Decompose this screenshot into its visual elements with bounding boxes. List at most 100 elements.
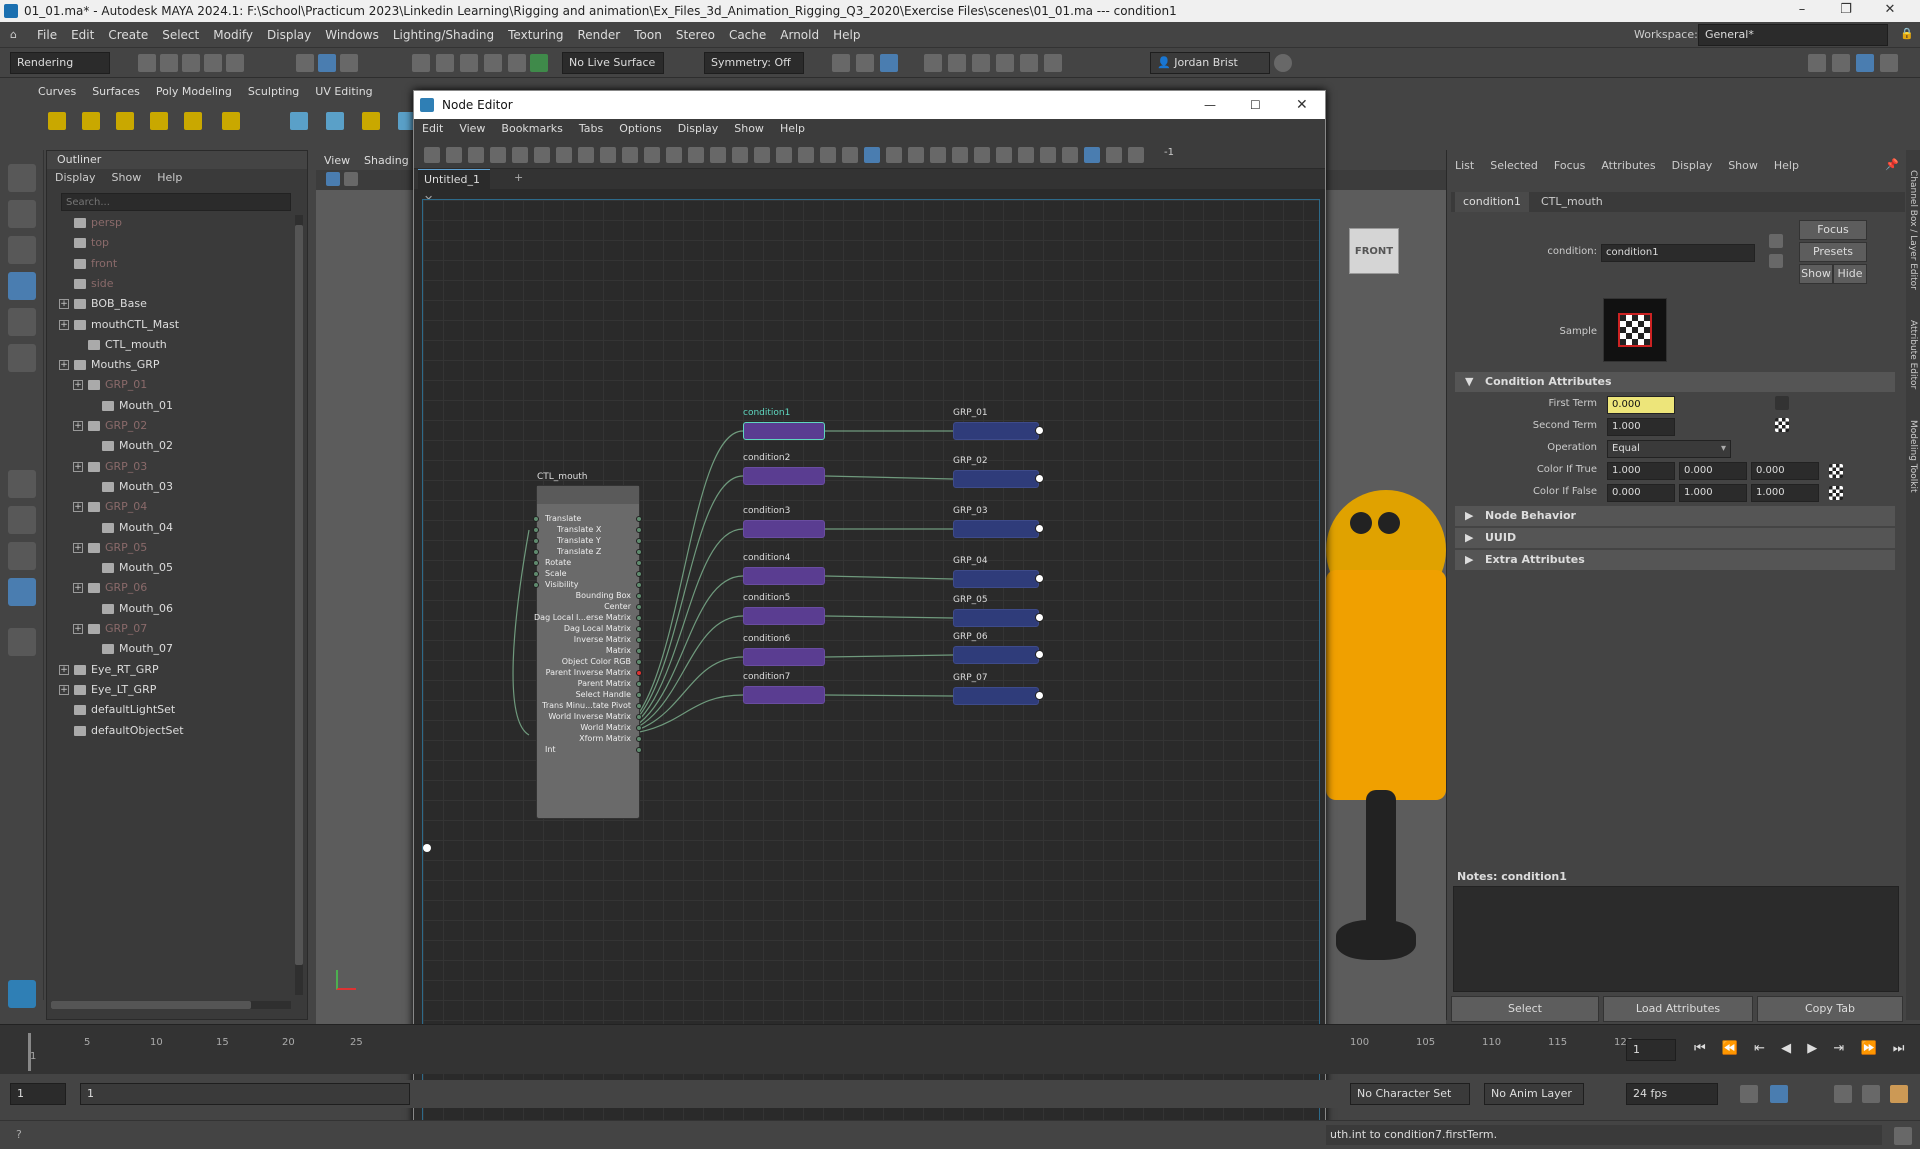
ne-tool-icon[interactable] [578,147,594,163]
ctl-input-port[interactable] [533,527,539,533]
ctl-attr-left[interactable]: Visibility [545,580,579,589]
ctl-attr-left[interactable]: Scale [545,569,567,578]
ae-pin-icon[interactable]: 📌 [1885,158,1899,171]
expand-icon[interactable]: + [73,583,83,594]
ctl-output-port[interactable] [636,549,642,555]
outliner-layout-icon[interactable] [8,578,36,606]
node-behavior-section[interactable]: ▶ Node Behavior [1455,506,1895,526]
ne-close-icon[interactable]: ✕ [1296,91,1308,119]
menu-lighting-shading[interactable]: Lighting/Shading [386,22,501,48]
help-icon[interactable]: ? [16,1128,22,1141]
ctl-output-port[interactable] [636,659,642,665]
outliner-item[interactable]: + Eye_RT_GRP [59,660,159,680]
snap-surface-icon[interactable] [508,54,526,72]
user-account-dropdown[interactable]: 👤 Jordan Brist [1150,52,1270,74]
range-start-field[interactable]: 1 [10,1083,66,1105]
condition-node[interactable] [743,567,825,585]
condition-attributes-section[interactable]: ▼ Condition Attributes [1455,372,1895,392]
expand-icon[interactable]: + [73,542,83,553]
home-icon[interactable]: ⌂ [10,28,17,41]
anim-prefs-icon[interactable] [1862,1085,1880,1103]
group-output-port[interactable] [1035,574,1044,583]
expand-icon[interactable]: + [59,684,69,695]
new-scene-icon[interactable] [138,54,156,72]
group-output-port[interactable] [1035,691,1044,700]
ne-menu-tabs[interactable]: Tabs [571,119,611,139]
ne-tool-icon[interactable] [864,147,880,163]
outliner-menu-help[interactable]: Help [149,169,190,187]
ne-tool-icon[interactable] [842,147,858,163]
ctl-attr-right[interactable]: Bounding Box [576,591,631,600]
ctl-input-port[interactable] [533,582,539,588]
node-graph-canvas[interactable]: CTL_mouth Translate Translate X Translate … [422,199,1320,1146]
expand-icon[interactable]: + [73,380,83,391]
ne-tool-icon[interactable] [468,147,484,163]
expand-icon[interactable]: + [73,421,83,431]
ctl-input-port[interactable] [533,516,539,522]
ne-tool-icon[interactable] [534,147,550,163]
extra-attributes-section[interactable]: ▶ Extra Attributes [1455,550,1895,570]
shelf-tab-curves[interactable]: Curves [30,82,84,102]
loop-icon[interactable] [1740,1085,1758,1103]
ae-show-button[interactable]: Show [1799,264,1833,284]
group-node[interactable] [953,422,1039,440]
hypershade-shelf-icon[interactable] [290,112,308,130]
ne-tool-icon[interactable] [820,147,836,163]
snap-view-icon[interactable] [484,54,502,72]
undo-icon[interactable] [204,54,222,72]
ne-tool-icon[interactable] [1128,147,1144,163]
light-editor-icon[interactable] [1020,54,1038,72]
group-node[interactable] [953,646,1039,664]
select-component-icon[interactable] [340,54,358,72]
restore-icon[interactable]: ❐ [1824,0,1868,22]
ae-menu-help[interactable]: Help [1766,156,1807,176]
ae-output-connection-icon[interactable] [1769,254,1783,268]
ambient-light-icon[interactable] [82,112,100,130]
spot-light-icon[interactable] [116,112,134,130]
expand-icon[interactable]: + [73,461,83,472]
select-tool-icon[interactable] [8,164,36,192]
script-editor-icon[interactable] [1894,1127,1912,1145]
ctl-output-port[interactable] [636,538,642,544]
ne-tool-icon[interactable] [1040,147,1056,163]
color-if-true-map-icon[interactable] [1829,464,1843,478]
viewport-camera-icon[interactable] [326,172,340,186]
outliner-item[interactable]: Mouth_04 [87,518,173,538]
operation-dropdown[interactable]: Equal ▾ [1607,440,1731,458]
group-node[interactable] [953,470,1039,488]
color-if-false-map-icon[interactable] [1829,486,1843,500]
color-if-false-r[interactable]: 0.000 [1607,484,1675,502]
ne-tool-icon[interactable] [798,147,814,163]
ae-menu-attributes[interactable]: Attributes [1593,156,1663,176]
ctl-output-port[interactable] [636,703,642,709]
viewport-menu-view[interactable]: View [324,154,350,167]
channel-box-toggle-icon[interactable] [1856,54,1874,72]
ne-tool-icon[interactable] [1084,147,1100,163]
render-view-icon[interactable] [880,54,898,72]
hypershade-icon[interactable] [972,54,990,72]
character-set-dropdown[interactable]: No Character Set [1350,1083,1470,1105]
outliner-search-input[interactable] [62,194,262,210]
ctl-attr-left[interactable]: Translate Z [557,547,601,556]
ctl-attr-right[interactable]: Select Handle [576,690,631,699]
render-frame-icon[interactable] [924,54,942,72]
first-term-field[interactable]: 0.000 [1607,396,1675,414]
outliner-item[interactable]: Mouth_06 [87,599,173,619]
ctl-attr-right[interactable]: Dag Local Matrix [564,624,631,633]
first-term-connection-icon[interactable] [1775,396,1789,410]
ne-tool-icon[interactable] [666,147,682,163]
ne-tool-icon[interactable] [974,147,990,163]
single-perspective-layout-icon[interactable] [8,470,36,498]
shelf-tab-surfaces[interactable]: Surfaces [84,82,148,102]
snap-grid-icon[interactable] [412,54,430,72]
outliner-item[interactable]: + GRP_04 [73,497,147,517]
color-if-true-b[interactable]: 0.000 [1751,462,1819,480]
second-term-field[interactable]: 1.000 [1607,418,1675,436]
ne-menu-help[interactable]: Help [772,119,813,139]
ipr-render-icon[interactable] [948,54,966,72]
menu-edit[interactable]: Edit [64,22,101,48]
redo-icon[interactable] [226,54,244,72]
shelf-tab-sculpting[interactable]: Sculpting [240,82,307,102]
outliner-h-scrollbar[interactable] [51,1001,291,1009]
outliner-item[interactable]: + GRP_07 [73,619,147,639]
